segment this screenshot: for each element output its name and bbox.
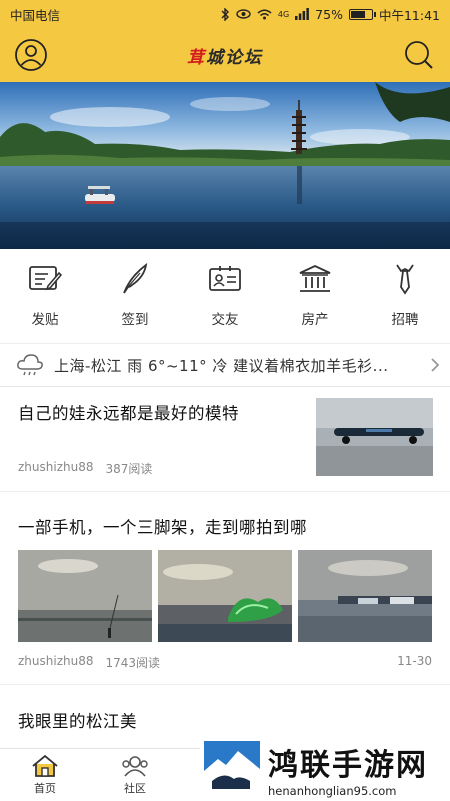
- network-label: 4G: [277, 9, 290, 19]
- watermark-text: 鸿联手游网 henanhonglian95.com: [268, 740, 428, 798]
- watermark-logo: [204, 741, 260, 797]
- user-icon[interactable]: [14, 38, 48, 72]
- post-thumbnail[interactable]: [18, 550, 152, 642]
- app-logo: 茸城论坛: [187, 43, 263, 68]
- logo-accent: 茸: [187, 47, 206, 68]
- building-icon: [297, 262, 333, 296]
- quick-link-label: 房产: [301, 312, 329, 328]
- quick-links: 发贴 签到 交友 房产 招聘: [0, 249, 450, 341]
- cloud-rain-icon: [17, 354, 43, 376]
- tab-home[interactable]: 首页: [0, 749, 90, 801]
- eye-icon: [236, 9, 251, 19]
- signal-icon: [295, 8, 310, 20]
- tab-label: 首页: [34, 782, 56, 795]
- post-author: zhushizhu88: [18, 460, 94, 474]
- post-title[interactable]: 自己的娃永远都是最好的模特: [18, 400, 239, 424]
- community-icon: [122, 756, 148, 777]
- watermark-name: 鸿联手游网: [268, 748, 428, 783]
- quick-link-property[interactable]: 房产: [270, 262, 360, 328]
- chevron-right-icon[interactable]: [430, 357, 440, 373]
- id-card-icon: [207, 262, 243, 296]
- quick-link-label: 发贴: [31, 312, 59, 328]
- post-thumbnail[interactable]: [298, 550, 432, 642]
- status-icons: 4G 75% 中午11:41: [221, 5, 440, 24]
- quick-link-jobs[interactable]: 招聘: [360, 262, 450, 328]
- watermark-url: henanhonglian95.com: [268, 784, 397, 798]
- clock: 中午11:41: [378, 7, 440, 23]
- watermark: 鸿联手游网 henanhonglian95.com: [200, 738, 450, 800]
- banner-image[interactable]: [0, 82, 450, 249]
- battery-percent: 75%: [315, 6, 343, 22]
- post-card[interactable]: 一部手机，一个三脚架，走到哪拍到哪 zhushizhu88 1743阅读 11-…: [0, 492, 450, 685]
- carrier-label: 中国电信: [10, 7, 61, 23]
- search-icon[interactable]: [402, 38, 436, 72]
- post-meta: zhushizhu88 1743阅读: [18, 654, 160, 671]
- status-bar: 中国电信 4G 75% 中午11:41: [0, 0, 450, 28]
- quick-link-friends[interactable]: 交友: [180, 262, 270, 328]
- weather-text: 上海-松江 雨 6°~11° 冷 建议着棉衣加羊毛衫...: [54, 356, 389, 375]
- logo-text: 城论坛: [206, 47, 263, 68]
- quick-link-label: 交友: [211, 312, 239, 328]
- post-meta: zhushizhu88 387阅读: [18, 460, 152, 477]
- bluetooth-icon: [221, 7, 229, 21]
- battery-icon: [348, 8, 376, 20]
- quill-icon: [117, 262, 153, 296]
- post-thumbnail[interactable]: [158, 550, 292, 642]
- quick-link-post[interactable]: 发贴: [0, 262, 90, 328]
- app-header: 茸城论坛: [0, 28, 450, 82]
- post-reads: 1743阅读: [105, 656, 161, 670]
- post-icon: [27, 262, 63, 296]
- quick-link-checkin[interactable]: 签到: [90, 262, 180, 328]
- wifi-icon: [257, 9, 272, 19]
- post-author: zhushizhu88: [18, 654, 94, 668]
- home-icon: [32, 754, 58, 777]
- post-thumbnail[interactable]: [316, 398, 433, 476]
- post-title[interactable]: 我眼里的松江美: [18, 708, 137, 732]
- post-title[interactable]: 一部手机，一个三脚架，走到哪拍到哪: [18, 514, 307, 538]
- quick-link-label: 签到: [121, 312, 149, 328]
- tab-label: 社区: [124, 782, 146, 795]
- post-date: 11-30: [397, 654, 432, 668]
- tab-community[interactable]: 社区: [90, 749, 180, 801]
- weather-bar[interactable]: 上海-松江 雨 6°~11° 冷 建议着棉衣加羊毛衫...: [0, 343, 450, 387]
- post-card[interactable]: 自己的娃永远都是最好的模特 zhushizhu88 387阅读: [0, 388, 450, 492]
- post-reads: 387阅读: [105, 462, 153, 476]
- quick-link-label: 招聘: [391, 312, 419, 328]
- tie-icon: [387, 262, 423, 296]
